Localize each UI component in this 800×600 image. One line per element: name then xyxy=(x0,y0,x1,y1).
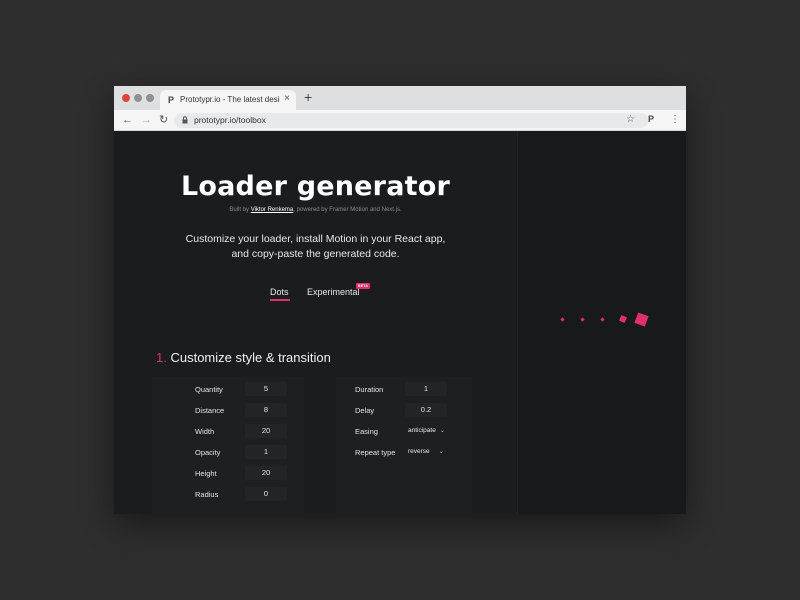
width-input[interactable]: 20 xyxy=(245,424,287,438)
section-title: Customize style & transition xyxy=(170,350,331,365)
browser-tab[interactable]: P Prototypr.io - The latest design and × xyxy=(160,90,296,110)
new-tab-button[interactable]: + xyxy=(304,89,312,105)
minimize-window-button[interactable] xyxy=(134,94,142,102)
prototypr-favicon-icon: P xyxy=(168,95,175,105)
section-number: 1. xyxy=(156,350,167,365)
setting-row-height: Height 20 xyxy=(195,466,295,480)
page-title: Loader generator xyxy=(180,171,450,202)
easing-select[interactable]: anticipate ⌄ xyxy=(408,424,445,438)
height-input[interactable]: 20 xyxy=(245,466,287,480)
setting-label: Height xyxy=(195,469,217,478)
loader-dot xyxy=(580,317,585,322)
duration-input[interactable]: 1 xyxy=(405,382,447,396)
radius-input[interactable]: 0 xyxy=(245,487,287,501)
tab-strip: P Prototypr.io - The latest design and ×… xyxy=(114,86,686,110)
setting-row-repeat-type: Repeat type reverse ⌄ xyxy=(355,445,467,459)
close-window-button[interactable] xyxy=(122,94,130,102)
loader-preview-pane xyxy=(517,131,686,514)
author-link[interactable]: Viktor Renkema xyxy=(251,207,294,213)
quantity-input[interactable]: 5 xyxy=(245,382,287,396)
reload-icon[interactable]: ↻ xyxy=(159,113,168,127)
lead-line-2: and copy-paste the generated code. xyxy=(231,248,400,260)
lock-icon xyxy=(182,116,188,124)
setting-row-width: Width 20 xyxy=(195,424,295,438)
setting-label: Quantity xyxy=(195,385,223,394)
byline: Built by Viktor Renkema, powered by Fram… xyxy=(114,207,517,213)
beta-badge: BETA xyxy=(356,283,371,289)
setting-row-quantity: Quantity 5 xyxy=(195,382,295,396)
bookmark-star-icon[interactable]: ☆ xyxy=(626,113,635,126)
chevron-down-icon: ⌄ xyxy=(439,428,445,434)
setting-row-distance: Distance 8 xyxy=(195,403,295,417)
repeat-type-select[interactable]: reverse ⌄ xyxy=(408,445,444,459)
tab-close-icon[interactable]: × xyxy=(284,93,290,104)
loader-dot xyxy=(634,312,649,327)
setting-label: Duration xyxy=(355,385,384,394)
setting-label: Delay xyxy=(355,406,375,415)
forward-icon[interactable]: → xyxy=(141,113,152,127)
page-content: Loader generator Built by Viktor Renkema… xyxy=(114,131,686,514)
tab-title: Prototypr.io - The latest design and xyxy=(180,95,280,104)
setting-label: Width xyxy=(195,427,215,436)
tab-dots[interactable]: Dots xyxy=(270,287,290,301)
browser-toolbar: ← → ↻ prototypr.io/toolbox ☆ P ⋮ xyxy=(114,110,686,131)
easing-value: anticipate xyxy=(408,427,436,434)
url-text: prototypr.io/toolbox xyxy=(194,115,266,125)
maximize-window-button[interactable] xyxy=(146,94,154,102)
setting-row-radius: Radius 0 xyxy=(195,487,295,501)
setting-row-easing: Easing anticipate ⌄ xyxy=(355,424,467,438)
loader-dot xyxy=(560,317,565,322)
repeat-type-value: reverse xyxy=(408,448,430,455)
tab-experimental-label: Experimental xyxy=(307,287,360,297)
loader-dot xyxy=(619,315,627,323)
active-tab-underline xyxy=(270,299,290,301)
opacity-input[interactable]: 1 xyxy=(245,445,287,459)
browser-window: P Prototypr.io - The latest design and ×… xyxy=(114,86,686,514)
setting-row-opacity: Opacity 1 xyxy=(195,445,295,459)
distance-input[interactable]: 8 xyxy=(245,403,287,417)
transition-settings-panel: Duration 1 Delay 0.2 Easing anticipate ⌄ … xyxy=(336,377,472,514)
tab-dots-label: Dots xyxy=(270,287,289,297)
chevron-down-icon: ⌄ xyxy=(438,449,444,455)
byline-prefix: Built by xyxy=(229,207,250,213)
setting-row-duration: Duration 1 xyxy=(355,382,467,396)
setting-row-delay: Delay 0.2 xyxy=(355,403,467,417)
setting-label: Opacity xyxy=(195,448,221,457)
loader-dot xyxy=(600,317,605,322)
address-bar[interactable]: prototypr.io/toolbox xyxy=(174,113,648,128)
setting-label: Repeat type xyxy=(355,448,396,457)
lead-text: Customize your loader, install Motion in… xyxy=(114,232,517,262)
back-icon[interactable]: ← xyxy=(122,113,133,127)
tab-experimental[interactable]: Experimental xyxy=(307,287,360,297)
byline-suffix: , powered by Framer Motion and Next.js. xyxy=(293,207,402,213)
setting-label: Easing xyxy=(355,427,378,436)
kebab-menu-icon[interactable]: ⋮ xyxy=(670,113,680,126)
setting-label: Radius xyxy=(195,490,219,499)
section-heading: 1. Customize style & transition xyxy=(156,350,331,365)
prototypr-extension-icon[interactable]: P xyxy=(648,114,654,124)
lead-line-1: Customize your loader, install Motion in… xyxy=(185,233,446,245)
style-settings-panel: Quantity 5 Distance 8 Width 20 Opacity 1… xyxy=(152,377,304,514)
delay-input[interactable]: 0.2 xyxy=(405,403,447,417)
setting-label: Distance xyxy=(195,406,225,415)
